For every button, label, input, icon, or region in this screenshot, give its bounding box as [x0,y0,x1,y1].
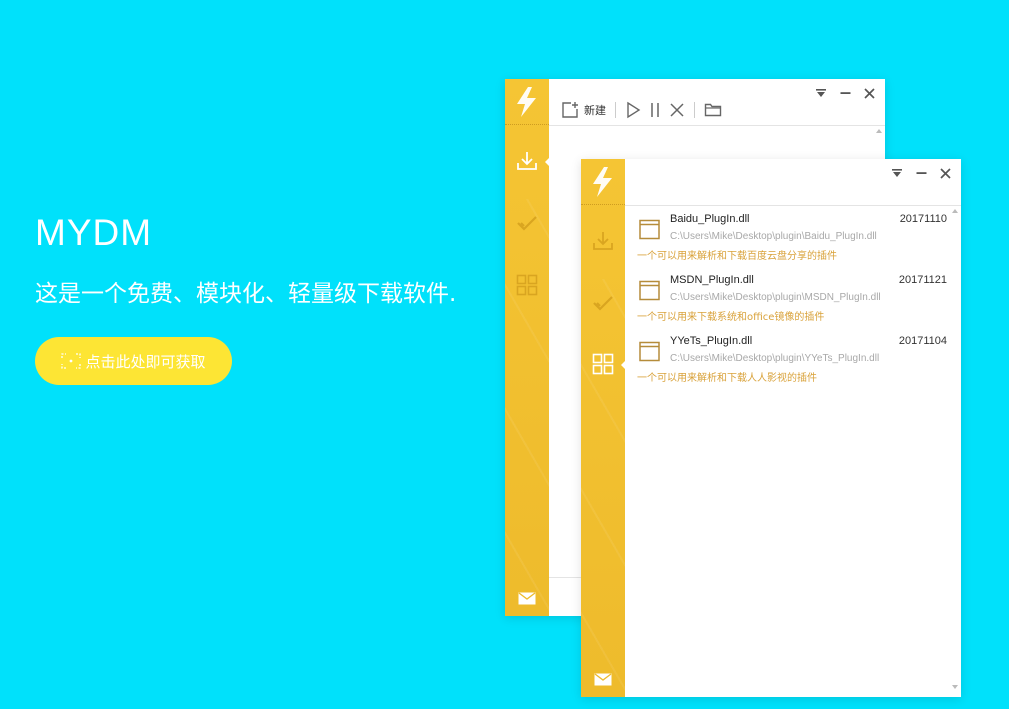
download-icon [593,232,613,250]
close-button[interactable] [863,87,875,99]
sidebar-item-mail[interactable] [505,586,549,610]
plugin-date: 20171121 [898,274,947,286]
toolbar-separator [694,102,695,118]
app-logo [505,79,549,125]
pause-button[interactable] [647,101,663,119]
window-icon [639,280,660,301]
get-app-label: 点击此处即可获取 [85,352,206,371]
plugins-window: Baidu_PlugIn.dll 20171110 C:\Users\Mike\… [581,159,961,697]
plugin-date: 20171104 [898,335,947,347]
sidebar-item-mail[interactable] [581,667,625,691]
window-icon [639,341,660,362]
scroll-down-arrow[interactable] [952,685,958,689]
window-controls [815,87,875,99]
sidebar [581,159,625,697]
plugin-item[interactable]: YYeTs_PlugIn.dll 20171104 C:\Users\Mike\… [625,329,947,390]
toolbar: 新建 [561,101,722,119]
lightning-icon [517,86,536,117]
new-task-label: 新建 [584,104,606,117]
hero-subtitle: 这是一个免费、模块化、轻量级下载软件. [35,281,457,307]
sidebar-item-plugins[interactable] [581,346,625,382]
folder-icon [704,103,722,117]
scan-icon [61,353,82,369]
mail-icon [594,672,612,685]
scroll-up-arrow[interactable] [952,209,958,213]
start-button[interactable] [625,101,641,119]
divider [625,205,961,206]
play-icon [627,101,641,119]
pause-icon [651,103,659,117]
minimize-icon [840,92,850,94]
plugin-description: 一个可以用来下载系统和office镜像的插件 [637,312,825,323]
sidebar-item-completed[interactable] [505,205,549,241]
sidebar-item-plugins[interactable] [505,267,549,303]
plugin-date: 20171110 [899,213,947,225]
window-icon [639,219,660,240]
sidebar-item-downloading[interactable] [581,223,625,259]
minimize-icon [916,172,926,174]
plugin-name: MSDN_PlugIn.dll [670,274,754,286]
hero-title: MYDM [35,212,153,253]
lightning-icon [593,166,612,197]
sidebar-item-downloading[interactable] [505,143,549,179]
plugin-path: C:\Users\Mike\Desktop\plugin\MSDN_PlugIn… [670,292,881,303]
mail-icon [518,591,536,604]
close-icon [939,167,951,179]
open-folder-button[interactable] [704,101,722,119]
grid-icon [516,274,538,296]
sidebar-item-completed[interactable] [581,285,625,321]
plugin-description: 一个可以用来解析和下载人人影视的插件 [637,373,817,384]
grid-icon [592,353,614,375]
plugin-description: 一个可以用来解析和下载百度云盘分享的插件 [637,251,837,262]
check-icon [593,296,613,311]
plugin-name: YYeTs_PlugIn.dll [670,335,753,347]
plugin-path: C:\Users\Mike\Desktop\plugin\YYeTs_PlugI… [670,353,880,364]
minimize-button[interactable] [915,167,927,179]
minimize-button[interactable] [839,87,851,99]
dropdown-menu-icon [816,89,826,97]
app-logo [581,159,625,205]
dropdown-menu-icon [892,169,902,177]
plugin-item[interactable]: MSDN_PlugIn.dll 20171121 C:\Users\Mike\D… [625,268,947,329]
get-app-button[interactable]: 点击此处即可获取 [35,337,232,385]
plugin-name: Baidu_PlugIn.dll [670,213,750,225]
menu-dropdown-button[interactable] [891,167,903,179]
sidebar [505,79,549,616]
close-button[interactable] [939,167,951,179]
delete-icon [670,103,684,117]
divider [549,125,885,126]
toolbar-separator [615,102,616,118]
plugin-item[interactable]: Baidu_PlugIn.dll 20171110 C:\Users\Mike\… [625,207,947,268]
check-icon [517,216,537,231]
download-icon [517,152,537,170]
window-controls [891,167,951,179]
menu-dropdown-button[interactable] [815,87,827,99]
new-file-icon [562,102,578,118]
delete-button[interactable] [669,101,685,119]
new-task-button[interactable]: 新建 [561,101,606,119]
scroll-up-arrow[interactable] [876,129,882,133]
plugin-path: C:\Users\Mike\Desktop\plugin\Baidu_PlugI… [670,231,877,242]
close-icon [863,87,875,99]
plugin-list: Baidu_PlugIn.dll 20171110 C:\Users\Mike\… [625,207,947,390]
